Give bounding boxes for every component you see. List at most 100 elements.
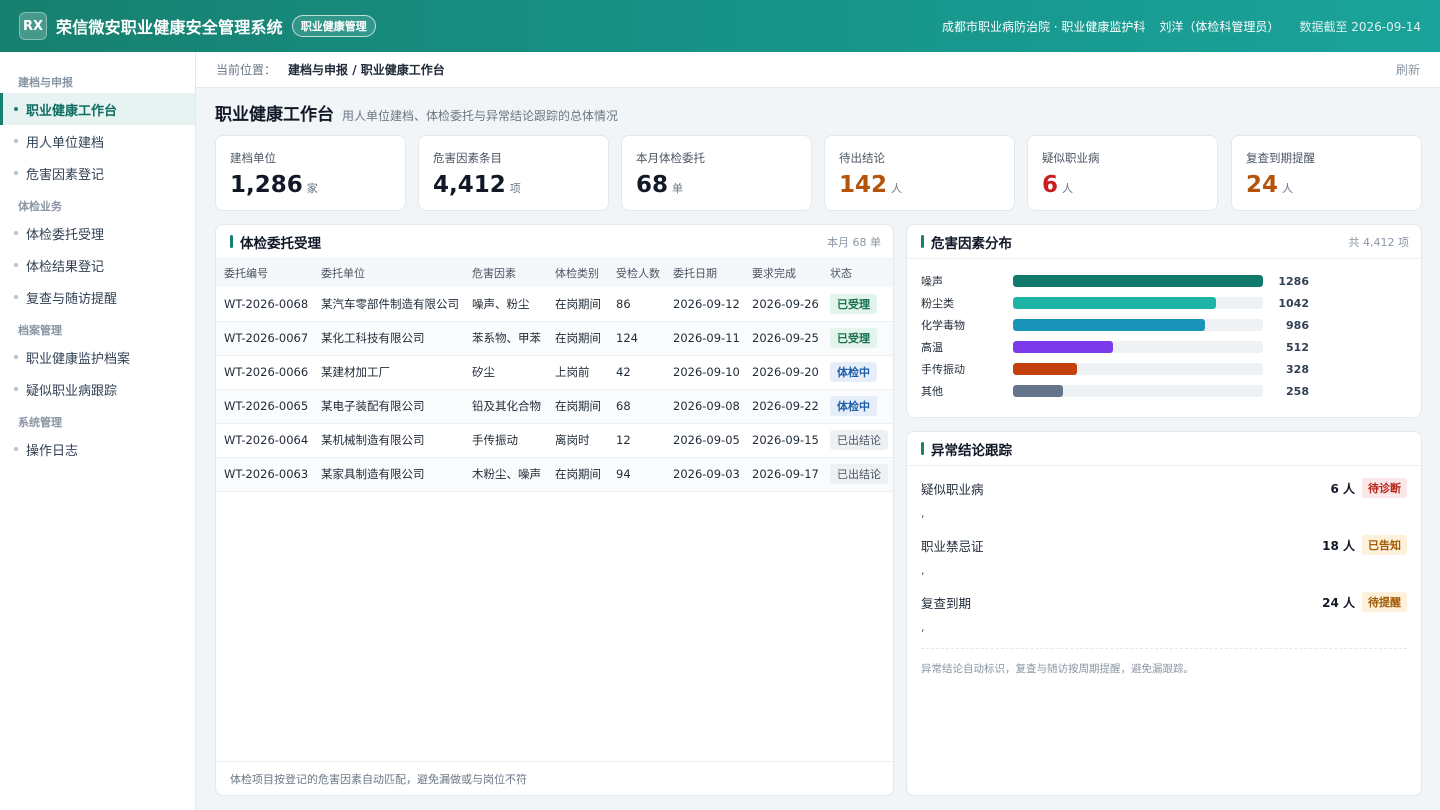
abnormal-row[interactable]: 疑似职业病 6 人待诊断 — [921, 477, 1407, 499]
table-row[interactable]: WT-2026-0064 某机械制造有限公司 手传振动 离岗时 12 2026-09-05… — [216, 423, 893, 457]
bullet-icon — [14, 171, 18, 175]
table-row[interactable]: WT-2026-0063 某家具制造有限公司 木粉尘、噪声 在岗期间 94 2026-09… — [216, 457, 893, 491]
bullet-icon — [14, 295, 18, 299]
abnormal-row[interactable]: 复查到期 24 人待提醒 — [921, 591, 1407, 613]
page-subtitle: 用人单位建档、体检委托与异常结论跟踪的总体情况 — [342, 109, 619, 123]
breadcrumb: 建档与申报 / 职业健康工作台 — [288, 63, 445, 77]
nav-group-label: 系统管理 — [18, 416, 62, 429]
status-badge: 已受理 — [830, 328, 877, 348]
status-badge: 体检中 — [830, 362, 877, 382]
abnormal-row[interactable]: 职业禁忌证 18 人已告知 — [921, 534, 1407, 556]
table-cell-date: 2026-09-03 — [673, 467, 740, 481]
table-row[interactable]: WT-2026-0067 某化工科技有限公司 苯系物、甲苯 在岗期间 124 2026-0… — [216, 321, 893, 355]
page-title: 职业健康工作台 — [215, 105, 334, 125]
hazard-bar — [1013, 297, 1216, 309]
table-cell-id: WT-2026-0067 — [224, 331, 309, 345]
hazard-row: 其他 258 — [921, 383, 1401, 399]
page-header: 职业健康工作台 用人单位建档、体检委托与异常结论跟踪的总体情况 — [215, 100, 618, 125]
kpi-value: 4,412 — [433, 172, 506, 198]
table-cell-type: 在岗期间 — [555, 296, 601, 311]
user-name[interactable]: 刘洋（体检科管理员） — [1159, 18, 1279, 35]
table-cell-type: 在岗期间 — [555, 399, 601, 413]
hazard-card: 危害因素分布 共 4,412 项 噪声 1286 粉尘类 1042 化学毒物 986 高温 5… — [906, 224, 1422, 418]
table-cell-date: 2026-09-12 — [673, 296, 740, 311]
hazard-category-label: 其他 — [921, 385, 943, 398]
top-bar: RX 荣信微安职业健康安全管理系统 职业健康管理 成都市职业病防治院 · 职业健… — [0, 0, 1440, 52]
breadcrumb-bar: 当前位置： 建档与申报 / 职业健康工作台 刷新 — [196, 52, 1440, 88]
table-row[interactable]: WT-2026-0065 某电子装配有限公司 铅及其化合物 在岗期间 68 2026-09… — [216, 389, 893, 423]
sidebar-item[interactable]: 疑似职业病跟踪 — [0, 373, 195, 405]
sidebar-item-label: 职业健康工作台 — [26, 103, 118, 119]
table-cell-unit: 某建材加工厂 — [321, 365, 390, 379]
sidebar-item[interactable]: 复查与随访提醒 — [0, 281, 195, 313]
sidebar-item[interactable]: 操作日志 — [0, 433, 195, 465]
sidebar-item[interactable]: 体检结果登记 — [0, 249, 195, 281]
table-cell-type: 上岗前 — [555, 365, 590, 379]
kpi-label: 建档单位 — [230, 151, 276, 165]
sidebar-item[interactable]: 职业健康工作台 — [0, 93, 195, 125]
kpi-value-row: 1,286 家 — [230, 172, 391, 198]
table-cell-due: 2026-09-17 — [752, 467, 819, 481]
sidebar-item[interactable]: 职业健康监护档案 — [0, 341, 195, 373]
table-row[interactable]: WT-2026-0066 某建材加工厂 矽尘 上岗前 42 2026-09-10 2026-… — [216, 355, 893, 389]
kpi-unit: 人 — [1062, 182, 1074, 195]
kpi-card: 疑似职业病 6 人 — [1027, 135, 1218, 211]
kpi-value: 142 — [839, 172, 888, 198]
hazard-bar — [1013, 385, 1064, 397]
commission-card: 体检委托受理 本月 68 单 委托编号 委托单位 危害因素 体检类别 受检人数 委托日期 要… — [215, 224, 894, 796]
table-cell-count: 124 — [616, 331, 638, 345]
hazard-category-label: 手传振动 — [921, 363, 965, 376]
table-cell-unit: 某家具制造有限公司 — [321, 467, 425, 481]
kpi-label: 复查到期提醒 — [1246, 151, 1315, 165]
table-cell-date: 2026-09-10 — [673, 365, 740, 379]
table-cell-due: 2026-09-22 — [752, 399, 819, 413]
sidebar-item[interactable]: 体检委托受理 — [0, 217, 195, 249]
hazard-value-label: 258 — [1286, 384, 1309, 398]
hazard-bar-track — [1013, 275, 1263, 287]
app-title: 荣信微安职业健康安全管理系统 — [56, 18, 283, 37]
hazard-category-label: 高温 — [921, 341, 943, 354]
hazard-bar-track — [1013, 297, 1263, 309]
kpi-value: 6 — [1042, 172, 1059, 198]
table-cell-type: 在岗期间 — [555, 467, 601, 481]
abnormal-note: 异常结论自动标识，复查与随访按周期提醒，避免漏跟踪。 — [921, 663, 1194, 675]
kpi-card: 本月体检委托 68 单 — [621, 135, 812, 211]
status-badge: 体检中 — [830, 396, 877, 416]
table-cell-count: 94 — [616, 467, 631, 481]
table-cell-unit: 某机械制造有限公司 — [321, 433, 425, 447]
bullet-icon — [14, 231, 18, 235]
hazard-row: 手传振动 328 — [921, 361, 1401, 377]
sidebar-item-label: 疑似职业病跟踪 — [26, 383, 118, 399]
kpi-value-row: 24 人 — [1246, 172, 1407, 198]
kpi-value: 1,286 — [230, 172, 303, 198]
commission-footer: 体检项目按登记的危害因素自动匹配，避免漏做或与岗位不符 — [216, 761, 893, 795]
hazard-value-label: 512 — [1286, 340, 1309, 354]
separator-mark: , — [921, 621, 925, 634]
table-cell-due: 2026-09-26 — [752, 296, 819, 311]
section-marker — [921, 235, 924, 248]
hazard-category-label: 噪声 — [921, 275, 943, 288]
abnormal-status-badge: 待提醒 — [1362, 592, 1407, 612]
kpi-value-row: 4,412 项 — [433, 172, 594, 198]
table-row[interactable]: WT-2026-0068 某汽车零部件制造有限公司 噪声、粉尘 在岗期间 86 2026-… — [216, 287, 893, 321]
table-cell-due: 2026-09-25 — [752, 331, 819, 345]
sidebar-item[interactable]: 用人单位建档 — [0, 125, 195, 157]
sidebar-item-label: 体检结果登记 — [26, 259, 105, 275]
nav-group-label: 建档与申报 — [18, 76, 73, 89]
table-cell-status: 已受理 — [822, 321, 893, 355]
kpi-label: 危害因素条目 — [433, 151, 502, 165]
table-cell-type: 离岗时 — [555, 433, 590, 447]
refresh-button[interactable]: 刷新 — [1396, 61, 1420, 78]
nav-group-label: 体检业务 — [18, 200, 62, 213]
table-header-cell: 委托编号 — [224, 267, 268, 280]
table-cell-count: 42 — [616, 365, 631, 379]
bullet-icon — [14, 263, 18, 267]
sidebar-item[interactable]: 危害因素登记 — [0, 157, 195, 189]
sidebar-item-label: 复查与随访提醒 — [26, 291, 118, 307]
abnormal-card: 异常结论跟踪 疑似职业病 6 人待诊断, 职业禁忌证 18 人已告知, 复查到期 24 人… — [906, 431, 1422, 796]
sidebar: 建档与申报职业健康工作台用人单位建档 危害因素登记体检业务体检委托受理体检结果登记… — [0, 52, 196, 810]
hazard-value-label: 986 — [1286, 318, 1309, 332]
table-cell-date: 2026-09-08 — [673, 399, 740, 413]
hazard-bar-track — [1013, 341, 1263, 353]
table-cell-id: WT-2026-0065 — [224, 399, 309, 413]
